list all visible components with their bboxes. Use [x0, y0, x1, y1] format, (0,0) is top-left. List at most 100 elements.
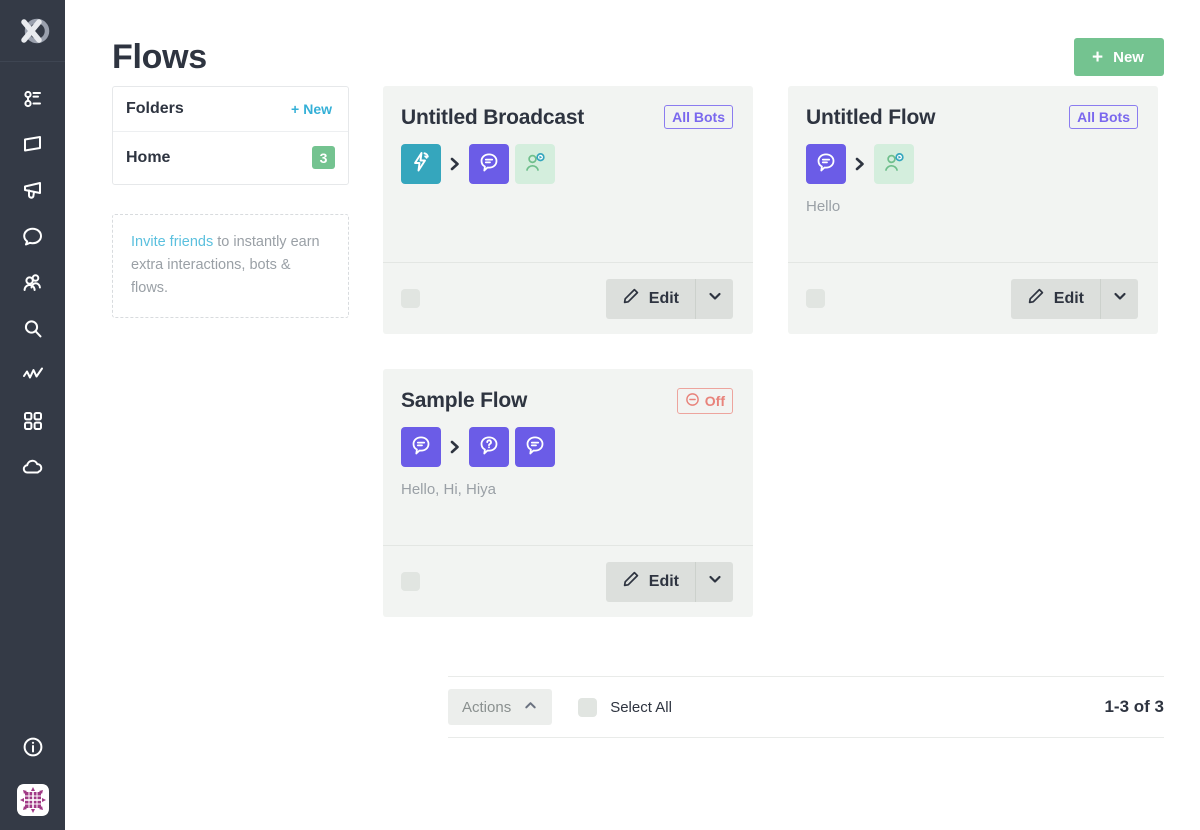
flow-step-tile[interactable] — [469, 427, 509, 467]
chevron-right-icon — [852, 156, 868, 172]
sidebar-item-search[interactable] — [0, 306, 65, 352]
edit-button[interactable]: Edit — [606, 562, 695, 602]
flow-card-title: Sample Flow — [401, 389, 528, 412]
flow-card-checkbox[interactable] — [401, 289, 420, 308]
flow-step-tile[interactable] — [515, 144, 555, 184]
status-badge[interactable]: Off — [676, 388, 733, 414]
badge-label: All Bots — [672, 109, 725, 125]
new-folder-button[interactable]: + New — [291, 101, 332, 117]
edit-dropdown-toggle[interactable] — [695, 561, 733, 602]
plus-icon: + — [1092, 46, 1104, 68]
folders-column: Folders + New Home 3 Invite friends to i… — [112, 86, 349, 318]
sidebar-item-automation[interactable] — [0, 76, 65, 122]
folder-name: Home — [126, 148, 171, 166]
flow-card-title: Untitled Flow — [806, 106, 936, 129]
flow-cards-grid: Untitled Broadcast All Bots Edit Untitle… — [383, 86, 1164, 617]
message-bubble-icon — [813, 149, 839, 180]
megaphone-icon — [21, 179, 45, 203]
flow-card[interactable]: Untitled Flow All Bots Hello Edit — [788, 86, 1158, 334]
flow-step-chain — [806, 144, 1138, 184]
flow-step-tile[interactable] — [874, 144, 914, 184]
select-all-control[interactable]: Select All — [578, 697, 672, 717]
analytics-icon — [21, 363, 45, 387]
folders-title: Folders — [126, 100, 184, 117]
sidebar-item-cloud[interactable] — [0, 444, 65, 490]
user-action-icon — [881, 149, 907, 180]
chat-bubble-icon — [21, 225, 45, 249]
sidebar-item-apps[interactable] — [0, 398, 65, 444]
flow-step-tile[interactable] — [806, 144, 846, 184]
chevron-right-icon — [447, 156, 463, 172]
chevron-down-icon — [707, 288, 723, 309]
sidebar-item-info[interactable] — [0, 724, 65, 770]
content-area: Folders + New Home 3 Invite friends to i… — [112, 86, 1164, 617]
actions-button[interactable]: Actions — [448, 689, 553, 725]
flow-step-tile[interactable] — [515, 427, 555, 467]
edit-dropdown-toggle[interactable] — [695, 278, 733, 319]
pagination-count: 1-3 of 3 — [1104, 697, 1164, 716]
message-bubble-icon — [408, 432, 434, 463]
broadcast-lightning-icon — [408, 149, 434, 180]
badge-label: All Bots — [1077, 109, 1130, 125]
folders-header: Folders + New — [113, 87, 348, 132]
new-flow-button[interactable]: + New — [1074, 38, 1164, 76]
edit-button[interactable]: Edit — [606, 279, 695, 319]
avatar[interactable] — [16, 784, 49, 816]
flow-card-checkbox[interactable] — [806, 289, 825, 308]
flow-step-chain — [401, 427, 733, 467]
pencil-icon — [622, 287, 640, 310]
pencil-icon — [1027, 287, 1045, 310]
question-bubble-icon — [476, 432, 502, 463]
invite-friends-box: Invite friends to instantly earn extra i… — [112, 214, 349, 318]
flow-step-chain — [401, 144, 733, 184]
page-header: Flows + New — [112, 0, 1164, 86]
select-all-checkbox[interactable] — [578, 697, 598, 717]
main-content: Flows + New Folders + New Home 3 Invite … — [65, 0, 1200, 830]
chevron-up-icon — [523, 698, 538, 717]
flow-step-tile[interactable] — [469, 144, 509, 184]
edit-button-group[interactable]: Edit — [605, 278, 733, 319]
folder-count-badge: 3 — [312, 146, 335, 169]
chevron-down-icon — [707, 571, 723, 592]
audience-icon — [21, 271, 45, 295]
info-icon — [21, 735, 45, 759]
page-title: Flows — [112, 37, 207, 76]
flow-card[interactable]: Untitled Broadcast All Bots Edit — [383, 86, 753, 334]
invite-friends-link[interactable]: Invite friends — [131, 234, 213, 250]
flag-icon — [21, 133, 45, 157]
flow-card[interactable]: Sample Flow Off Hello, Hi, Hiya Edit — [383, 369, 753, 617]
edit-button-group[interactable]: Edit — [1010, 278, 1138, 319]
actions-button-label: Actions — [462, 698, 512, 716]
flow-step-tile[interactable] — [401, 144, 441, 184]
edit-dropdown-toggle[interactable] — [1100, 278, 1138, 319]
cloud-icon — [21, 455, 45, 479]
flow-card-checkbox[interactable] — [401, 572, 420, 591]
grid-apps-icon — [21, 409, 45, 433]
flow-card-footer: Edit — [383, 262, 753, 334]
status-badge[interactable]: All Bots — [1069, 105, 1138, 129]
pencil-icon — [622, 570, 640, 593]
flows-page: Flows + New Folders + New Home 3 Invite … — [0, 0, 1200, 830]
message-bubble-icon — [522, 432, 548, 463]
status-badge[interactable]: All Bots — [664, 105, 733, 129]
sidebar-item-growth-tools[interactable] — [0, 352, 65, 398]
sidebar-item-flows[interactable] — [0, 122, 65, 168]
flow-card-footer: Edit — [383, 545, 753, 617]
folder-row-home[interactable]: Home 3 — [113, 132, 348, 184]
sidebar-nav — [0, 76, 65, 490]
flow-card-title: Untitled Broadcast — [401, 106, 585, 129]
select-all-label: Select All — [610, 698, 672, 716]
flow-step-tile[interactable] — [401, 427, 441, 467]
edit-button[interactable]: Edit — [1011, 279, 1100, 319]
flow-card-subtitle: Hello, Hi, Hiya — [401, 481, 497, 498]
flow-card-header: Untitled Flow All Bots — [806, 105, 1138, 131]
sidebar-item-broadcasting[interactable] — [0, 168, 65, 214]
edit-button-label: Edit — [648, 289, 679, 307]
manychat-logo[interactable] — [0, 0, 65, 62]
search-icon — [21, 317, 45, 341]
sidebar-item-audience[interactable] — [0, 260, 65, 306]
badge-label: Off — [704, 393, 725, 409]
sidebar-item-live-chat[interactable] — [0, 214, 65, 260]
minus-circle-icon — [685, 392, 700, 410]
edit-button-group[interactable]: Edit — [605, 561, 733, 602]
